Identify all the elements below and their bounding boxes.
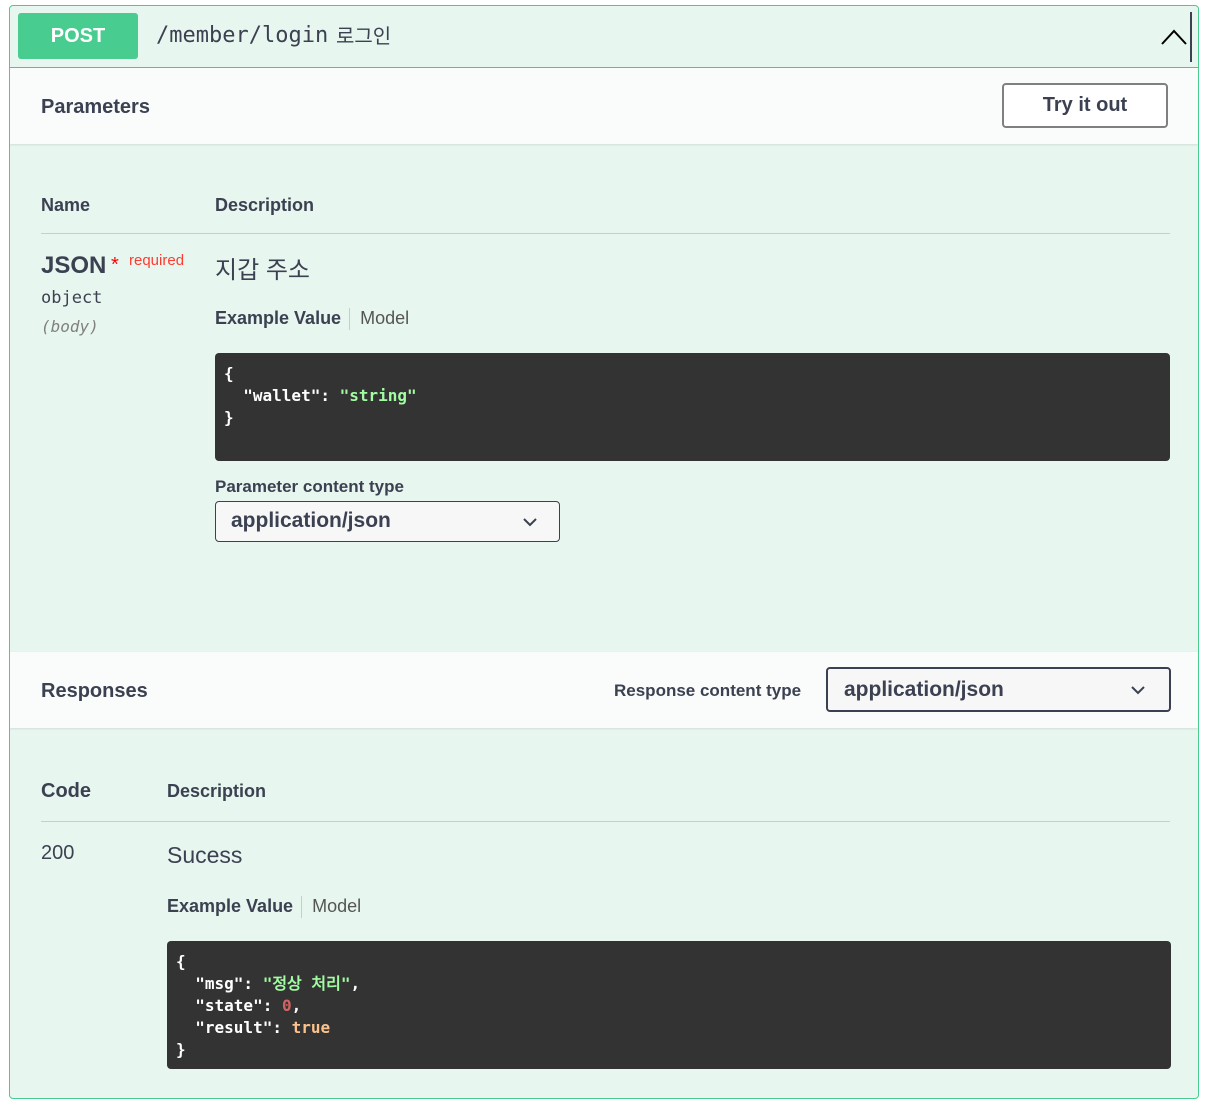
tab-model[interactable]: Model [360, 308, 409, 328]
response-example-tabs: Example Value Model [167, 896, 361, 919]
param-example-tabs: Example Value Model [215, 308, 409, 331]
parameter-content-type-select[interactable]: application/json [215, 501, 560, 542]
parameters-header: Parameters Try it out [10, 68, 1198, 144]
tab-separator [349, 308, 351, 331]
chevron-up-icon [1161, 29, 1187, 45]
method-badge: POST [18, 13, 138, 59]
parameters-title: Parameters [41, 96, 150, 118]
response-example-code: { "msg": "정상 처리", "state": 0, "result": … [167, 941, 1171, 1069]
operation-summary-text: 로그인 [336, 26, 392, 48]
response-col-code: Code [41, 780, 91, 802]
param-location: (body) [41, 317, 99, 336]
tab-model[interactable]: Model [312, 896, 361, 916]
collapse-button[interactable] [1158, 12, 1192, 62]
response-description: Sucess [167, 842, 243, 868]
param-type: object [41, 288, 103, 308]
response-content-type-select[interactable]: application/json [826, 667, 1171, 712]
operation-summary[interactable]: POST /member/login 로그인 [10, 6, 1198, 68]
chevron-down-icon [1131, 686, 1145, 695]
try-it-out-button[interactable]: Try it out [1002, 83, 1168, 128]
chevron-down-icon [523, 518, 537, 527]
operation-block: POST /member/login 로그인 Parameters Try it… [9, 5, 1199, 1099]
required-label: required [129, 252, 185, 269]
param-name: JSON [41, 252, 107, 279]
responses-title: Responses [41, 680, 148, 702]
tab-example-value[interactable]: Example Value [215, 308, 341, 328]
param-col-name: Name [41, 195, 91, 215]
required-star: * [111, 254, 119, 276]
param-col-description: Description [215, 195, 315, 215]
tab-example-value[interactable]: Example Value [167, 896, 293, 916]
responses-header: Responses Response content type applicat… [10, 652, 1198, 728]
param-example-code: { "wallet": "string" } [215, 353, 1170, 461]
response-col-description: Description [167, 781, 267, 801]
response-code: 200 [41, 842, 75, 864]
param-description: 지갑 주소 [215, 257, 310, 284]
parameter-content-type-label: Parameter content type [215, 477, 404, 496]
operation-path: /member/login [156, 23, 329, 48]
response-content-type-label: Response content type [614, 681, 802, 700]
divider [41, 821, 1170, 822]
divider [41, 233, 1170, 234]
tab-separator [301, 896, 303, 919]
